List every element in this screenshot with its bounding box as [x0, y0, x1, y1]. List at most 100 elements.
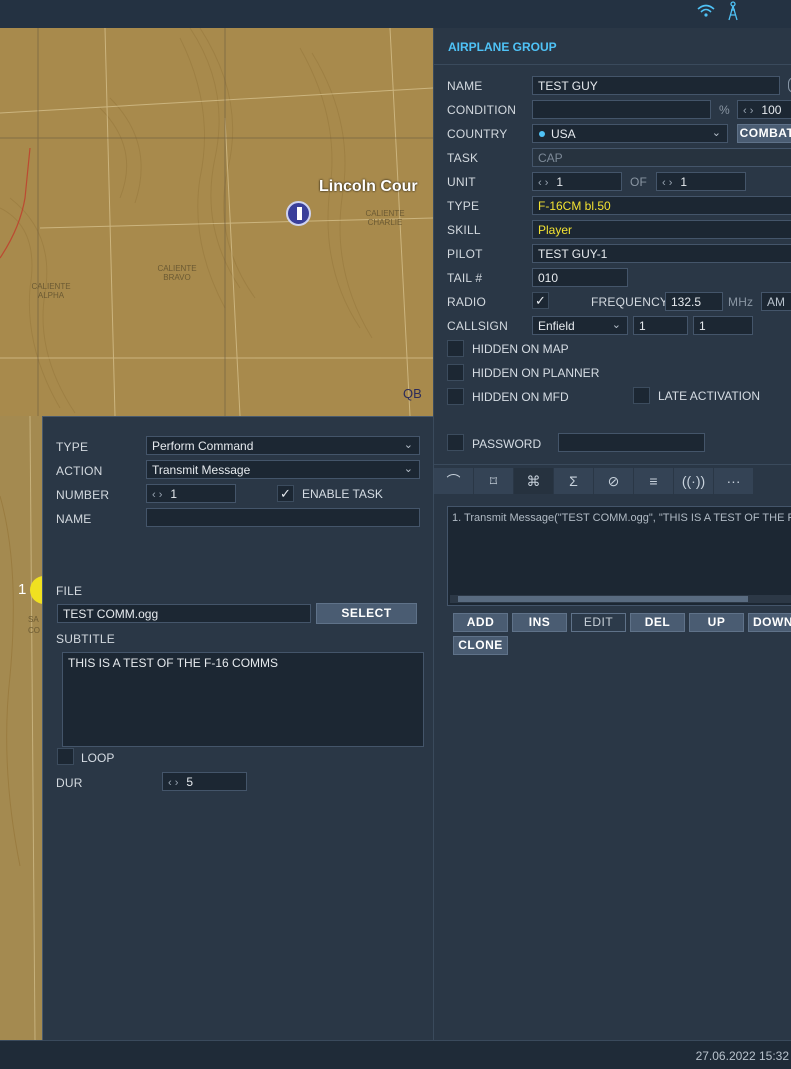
frequency-label: FREQUENCY — [591, 295, 669, 309]
check-icon: ✓ — [280, 486, 291, 501]
percent-label: % — [719, 103, 730, 117]
add-button[interactable]: ADD — [453, 613, 508, 632]
password-field[interactable] — [558, 433, 705, 452]
type-select[interactable]: F-16CM bl.50 — [532, 196, 791, 215]
command-icon: ⌘ — [526, 473, 541, 489]
hidden-map-checkbox[interactable] — [447, 340, 464, 357]
tab-restrict[interactable]: ⊘ — [594, 468, 634, 494]
callsign-label: CALLSIGN — [447, 319, 508, 333]
tab-loadout[interactable]: ≡ — [634, 468, 674, 494]
unit-number-label: 1 — [18, 581, 27, 598]
country-select[interactable]: USA ⌄ — [532, 124, 728, 143]
select-file-button[interactable]: SELECT — [316, 603, 417, 624]
callsign-number-2[interactable]: 1 — [693, 316, 753, 335]
map-place-alpha: CALIENTE ALPHA — [31, 282, 71, 300]
file-field[interactable]: TEST COMM.ogg — [57, 604, 311, 623]
list-icon: ≡ — [649, 473, 658, 489]
chevron-down-icon: ⌄ — [711, 127, 721, 139]
subtitle-textarea[interactable]: THIS IS A TEST OF THE F-16 COMMS — [62, 652, 424, 747]
condition-stepper[interactable]: ‹ › 100 — [737, 100, 791, 119]
date-time: 27.06.2022 15:32 — [695, 1049, 789, 1063]
action-list-item[interactable]: 1. Transmit Message("TEST COMM.ogg", "TH… — [448, 507, 791, 529]
tab-radio[interactable]: ((·)) — [674, 468, 714, 494]
loop-label: LOOP — [81, 751, 115, 765]
enable-task-checkbox[interactable]: ✓ — [277, 485, 294, 502]
cmd-name-field[interactable] — [146, 508, 420, 527]
stepper-arrows-icon[interactable]: ‹ › — [538, 177, 548, 189]
group-title: AIRPLANE GROUP — [448, 40, 557, 54]
password-label: PASSWORD — [472, 437, 542, 451]
type-label: TYPE — [447, 199, 480, 213]
stepper-arrows-icon[interactable]: ‹ › — [662, 177, 672, 189]
hidden-planner-checkbox[interactable] — [447, 364, 464, 381]
map-view-strip[interactable]: 1 SA CO — [0, 416, 42, 1040]
tab-commands[interactable]: ⌘ — [514, 468, 554, 494]
combat-button[interactable]: COMBAT — [737, 124, 791, 143]
map-view[interactable]: Lincoln Cour CALIENTE CHARLIE CALIENTE B… — [0, 28, 433, 416]
password-checkbox[interactable] — [447, 434, 464, 451]
radio-checkbox[interactable]: ✓ — [532, 292, 549, 309]
action-list[interactable]: 1. Transmit Message("TEST COMM.ogg", "TH… — [447, 506, 791, 606]
cmd-type-select[interactable]: Perform Command ⌄ — [146, 436, 420, 455]
tab-more[interactable]: ··· — [714, 468, 754, 494]
unit-of-value: 1 — [680, 175, 688, 189]
tab-route[interactable]: ⌒ — [434, 468, 474, 494]
clone-button[interactable]: CLONE — [453, 636, 508, 655]
callsign-select[interactable]: Enfield ⌄ — [532, 316, 628, 335]
name-field[interactable]: TEST GUY — [532, 76, 780, 95]
skill-select[interactable]: Player — [532, 220, 791, 239]
down-button[interactable]: DOWN — [748, 613, 791, 632]
task-label: TASK — [447, 151, 479, 165]
no-icon: ⊘ — [607, 473, 620, 489]
chevron-down-icon: ⌄ — [403, 463, 413, 475]
unit-stepper[interactable]: ‹ › 1 — [532, 172, 622, 191]
map-place-qb: QB — [403, 386, 422, 401]
hidden-planner-label: HIDDEN ON PLANNER — [472, 366, 600, 380]
cmd-number-stepper[interactable]: ‹ › 1 — [146, 484, 236, 503]
airfield-marker[interactable] — [286, 201, 311, 226]
insert-button[interactable]: INS — [512, 613, 567, 632]
condition-label: CONDITION — [447, 103, 517, 117]
map-place-charlie: CALIENTE CHARLIE — [365, 209, 405, 227]
pilot-field[interactable]: TEST GUY-1 — [532, 244, 791, 263]
cmd-action-select[interactable]: Transmit Message ⌄ — [146, 460, 420, 479]
cmd-type-label: TYPE — [56, 440, 89, 454]
chevron-down-icon: ⌄ — [403, 439, 413, 451]
mhz-label: MHz — [728, 295, 754, 309]
unit-of-stepper[interactable]: ‹ › 1 — [656, 172, 746, 191]
horizontal-scrollbar[interactable] — [450, 595, 791, 603]
edit-button[interactable]: EDIT — [571, 613, 626, 632]
delete-button[interactable]: DEL — [630, 613, 685, 632]
frequency-field[interactable]: 132.5 — [665, 292, 723, 311]
cmd-type-value: Perform Command — [152, 439, 254, 453]
dur-stepper[interactable]: ‹ › 5 — [162, 772, 247, 791]
tail-label: TAIL # — [447, 271, 483, 285]
of-label: OF — [630, 175, 648, 189]
unit-label: UNIT — [447, 175, 476, 189]
late-activation-checkbox[interactable] — [633, 387, 650, 404]
chevron-down-icon: ⌄ — [611, 319, 621, 331]
map-city-label: Lincoln Cour — [319, 178, 418, 195]
map-side-label-co: CO — [28, 626, 40, 635]
late-activation-label: LATE ACTIVATION — [658, 389, 761, 403]
tab-bar: ⌒ ⌑ ⌘ Σ ⊘ ≡ ((·)) ··· — [434, 468, 791, 494]
unit-value: 1 — [556, 175, 564, 189]
tab-targets[interactable]: ⌑ — [474, 468, 514, 494]
enable-task-label: ENABLE TASK — [302, 487, 383, 501]
stepper-arrows-icon[interactable]: ‹ › — [168, 777, 178, 789]
sum-icon: Σ — [569, 473, 578, 489]
hidden-mfd-checkbox[interactable] — [447, 388, 464, 405]
condition-value: 100 — [761, 103, 782, 117]
tail-field[interactable]: 010 — [532, 268, 628, 287]
group-panel: AIRPLANE GROUP NAME TEST GUY CONDITION %… — [433, 28, 791, 1040]
task-field[interactable]: CAP — [532, 148, 791, 167]
up-button[interactable]: UP — [689, 613, 744, 632]
callsign-number-1[interactable]: 1 — [633, 316, 688, 335]
cmd-number-value: 1 — [170, 487, 178, 501]
stepper-arrows-icon[interactable]: ‹ › — [743, 105, 753, 117]
modulation-select[interactable]: AM — [761, 292, 791, 311]
stepper-arrows-icon[interactable]: ‹ › — [152, 489, 162, 501]
condition-field[interactable] — [532, 100, 711, 119]
tab-sum[interactable]: Σ — [554, 468, 594, 494]
loop-checkbox[interactable] — [57, 748, 74, 765]
